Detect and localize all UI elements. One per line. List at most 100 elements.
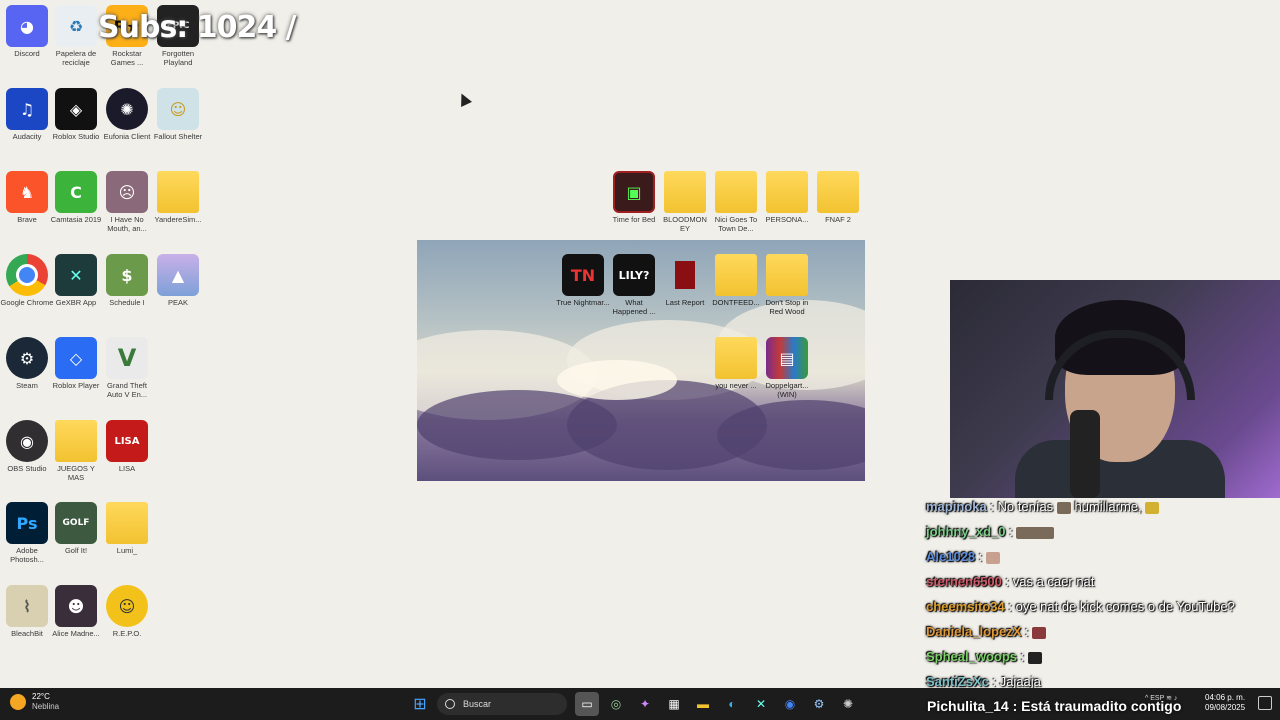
- desktop-icon-tn[interactable]: TN True Nightmar...: [556, 254, 610, 307]
- desktop-icon-doppel[interactable]: ▤ Doppelgart... (WIN): [760, 337, 814, 399]
- desktop-icon-peak[interactable]: ▲ PEAK: [151, 254, 205, 307]
- desktop-icon-golfit[interactable]: GOLF Golf It!: [49, 502, 103, 555]
- weather-icon: [10, 694, 26, 710]
- broom-icon: ⌇: [6, 585, 48, 627]
- desktop-icon-alice[interactable]: ☻ Alice Madne...: [49, 585, 103, 638]
- desktop-icon-roblox-player[interactable]: ◇ Roblox Player: [49, 337, 103, 390]
- file-explorer-icon[interactable]: ▬: [691, 692, 715, 716]
- task-view-icon[interactable]: ▭: [575, 692, 599, 716]
- desktop-icon-timeforbed[interactable]: ▣ Time for Bed: [607, 171, 661, 224]
- roblox-player-icon: ◇: [55, 337, 97, 379]
- fallout-icon: ☺: [157, 88, 199, 130]
- chat-message-highlight: Pichulita_14 : Está traumadito contigo: [927, 698, 1182, 714]
- store-icon[interactable]: ▦: [662, 692, 686, 716]
- red-document-icon: [664, 254, 706, 296]
- desktop-icon-ihavenomouth[interactable]: ☹ I Have No Mouth, an...: [100, 171, 154, 233]
- desktop-icon-bleachbit[interactable]: ⌇ BleachBit: [0, 585, 54, 638]
- desktop-icon-lastreport[interactable]: Last Report: [658, 254, 712, 307]
- obs-icon: ◉: [6, 420, 48, 462]
- lily-icon: LILY?: [613, 254, 655, 296]
- desktop-folder-younever[interactable]: you never ...: [709, 337, 763, 390]
- desktop-icon-xbox[interactable]: ✕ GeXBR App: [49, 254, 103, 307]
- repo-icon: ☺: [106, 585, 148, 627]
- folder-icon: [766, 254, 808, 296]
- camtasia-icon: C: [55, 171, 97, 213]
- desktop-icon-schedule[interactable]: $ Schedule I: [100, 254, 154, 307]
- desktop-folder-bloodmoney[interactable]: BLOODMON EY: [658, 171, 712, 233]
- copilot-icon[interactable]: ✦: [633, 692, 657, 716]
- app-icon[interactable]: ◎: [604, 692, 628, 716]
- lisa-icon: LISA: [106, 420, 148, 462]
- folder-icon: [157, 171, 199, 213]
- schedule-icon: $: [106, 254, 148, 296]
- chat-message: Spheal_woops :: [926, 648, 1280, 673]
- desktop-icon-eufonia[interactable]: ✺ Eufonia Client: [100, 88, 154, 141]
- taskbar-apps: ⊞ Buscar ▭ ◎ ✦ ▦ ▬ ◐ ✕ ◉ ⚙ ✺: [408, 692, 865, 716]
- alice-icon: ☻: [55, 585, 97, 627]
- recycle-bin-icon: ♻: [55, 5, 97, 47]
- xbox-icon: ✕: [55, 254, 97, 296]
- desktop-folder-dontstop[interactable]: Don't Stop in Red Wood: [760, 254, 814, 316]
- desktop-icon-fallout[interactable]: ☺ Fallout Shelter: [151, 88, 205, 141]
- desktop-icon-roblox-studio[interactable]: ◈ Roblox Studio: [49, 88, 103, 141]
- weather-widget[interactable]: 22°C Neblina: [10, 692, 59, 712]
- desktop-folder-lumi[interactable]: Lumi_: [100, 502, 154, 555]
- desktop-folder-nicigoes[interactable]: Nici Goes To Town De...: [709, 171, 763, 233]
- chat-message: Daniela_lopezX :: [926, 623, 1280, 648]
- steam-icon: ⚙: [6, 337, 48, 379]
- emote-icon: [1016, 526, 1055, 539]
- steam-icon[interactable]: ⚙: [807, 692, 831, 716]
- chrome-icon[interactable]: ◉: [778, 692, 802, 716]
- desktop-icon-gta[interactable]: V Grand Theft Auto V En...: [100, 337, 154, 399]
- subscriber-counter-overlay: Subs: 1024 /: [98, 10, 297, 45]
- gta-icon: V: [106, 337, 148, 379]
- folder-icon: [715, 337, 757, 379]
- emote-icon: [986, 551, 1000, 564]
- xbox-icon[interactable]: ✕: [749, 692, 773, 716]
- taskbar-search[interactable]: Buscar: [437, 693, 567, 715]
- desktop-icon-camtasia[interactable]: C Camtasia 2019: [49, 171, 103, 224]
- emote-icon: [1145, 501, 1160, 514]
- eufonia-icon: ✺: [106, 88, 148, 130]
- ihavenomouth-icon: ☹: [106, 171, 148, 213]
- folder-icon: [817, 171, 859, 213]
- desktop-icon-brave[interactable]: ♞ Brave: [0, 171, 54, 224]
- settings-icon[interactable]: ✺: [836, 692, 860, 716]
- desktop-icon-recycle-bin[interactable]: ♻ Papelera de reciclaje: [49, 5, 103, 67]
- desktop-icon-photoshop[interactable]: Ps Adobe Photosh...: [0, 502, 54, 564]
- desktop-folder-fnaf[interactable]: FNAF 2: [811, 171, 865, 224]
- edge-icon[interactable]: ◐: [720, 692, 744, 716]
- desktop-icon-audacity[interactable]: ♫ Audacity: [0, 88, 54, 141]
- desktop-icon-steam[interactable]: ⚙ Steam: [0, 337, 54, 390]
- desktop-icon-chrome[interactable]: Google Chrome: [0, 254, 54, 307]
- discord-icon: ◕: [6, 5, 48, 47]
- folder-icon: [766, 171, 808, 213]
- desktop-icon-lily[interactable]: LILY? What Happened ...: [607, 254, 661, 316]
- gameboy-icon: ▣: [613, 171, 655, 213]
- photoshop-icon: Ps: [6, 502, 48, 544]
- desktop-folder-dontfeed[interactable]: DONTFEED...: [709, 254, 763, 307]
- emote-icon: [1056, 501, 1071, 514]
- brave-icon: ♞: [6, 171, 48, 213]
- chrome-icon: [6, 254, 48, 296]
- desktop-icon-obs[interactable]: ◉ OBS Studio: [0, 420, 54, 473]
- emote-icon: [1032, 626, 1047, 639]
- chat-message: cheemsito34 : oye nat de kick comes o de…: [926, 599, 1235, 614]
- search-icon: [445, 699, 455, 709]
- desktop-icon-lisa[interactable]: LISA LISA: [100, 420, 154, 473]
- chat-message: johhny_xd_0 :: [926, 523, 1280, 548]
- microphone-icon: [1070, 410, 1100, 498]
- folder-icon: [106, 502, 148, 544]
- desktop-folder-persona[interactable]: PERSONA...: [760, 171, 814, 224]
- folder-icon: [715, 254, 757, 296]
- chat-message: Ale1028 :: [926, 548, 1280, 573]
- desktop-icon-discord[interactable]: ◕ Discord: [0, 5, 54, 58]
- desktop-icon-repo[interactable]: ☺ R.E.P.O.: [100, 585, 154, 638]
- notification-icon[interactable]: [1258, 696, 1272, 710]
- clock[interactable]: 04:06 p. m. 09/08/2025: [1205, 693, 1245, 713]
- folder-icon: [664, 171, 706, 213]
- desktop-folder-juegos[interactable]: JUEGOS Y MAS: [49, 420, 103, 482]
- desktop-folder-yandere[interactable]: YandereSim...: [151, 171, 205, 224]
- audacity-icon: ♫: [6, 88, 48, 130]
- windows-start-icon[interactable]: ⊞: [408, 692, 432, 716]
